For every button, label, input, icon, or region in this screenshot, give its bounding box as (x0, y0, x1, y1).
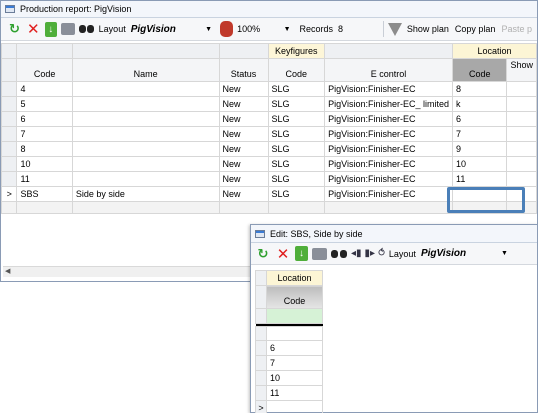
edit-titlebar: Edit: SBS, Side by side (251, 225, 537, 243)
list-item[interactable]: 11 (255, 385, 323, 401)
close-icon[interactable]: ✕ (26, 21, 41, 38)
layout-dropdown[interactable]: PigVision (131, 24, 205, 35)
zoom-dropdown[interactable]: 100% (237, 24, 284, 34)
edit-layout-label: Layout (388, 248, 416, 259)
refresh-icon[interactable]: ↻ (255, 246, 271, 262)
table-row[interactable]: 7 New SLG PigVision:Finisher-EC 7 (0, 126, 537, 142)
edit-grid: Location Code 6 7 10 11 > (255, 270, 323, 413)
current-row-marker: > (0, 186, 18, 202)
export-icon[interactable]: ↓ (44, 21, 57, 37)
edit-window: Edit: SBS, Side by side ↻ ✕ ↓ ◂▮ ▮▸ ⥀ La… (250, 224, 538, 413)
edit-window-title: Edit: SBS, Side by side (270, 228, 363, 239)
print-icon[interactable] (60, 23, 75, 35)
column-header-code[interactable]: Code (16, 58, 73, 82)
close-icon[interactable]: ✕ (275, 246, 291, 263)
column-header-code[interactable]: Code (266, 285, 323, 309)
column-header-location-code[interactable]: Code (451, 58, 508, 82)
zoom-chevron-icon[interactable]: ▼ (284, 26, 291, 33)
next-record-icon[interactable]: ▮▸ (365, 248, 376, 259)
window-icon (5, 5, 15, 13)
print-icon[interactable] (312, 247, 327, 260)
refresh-icon[interactable]: ↻ (7, 21, 22, 37)
list-item[interactable]: 6 (255, 340, 323, 356)
table-row[interactable]: 8 New SLG PigVision:Finisher-EC 9 (0, 141, 537, 157)
bug-icon[interactable] (220, 21, 234, 37)
column-header-show[interactable]: Show (506, 58, 537, 82)
show-plan-button[interactable]: Show plan (407, 24, 449, 34)
location-group-header: Location (266, 270, 323, 286)
list-item-current[interactable]: > (255, 400, 323, 413)
binoculars-icon[interactable] (78, 24, 94, 34)
edit-layout-dropdown[interactable]: PigVision (421, 248, 501, 259)
paste-plan-button[interactable]: Paste p (501, 24, 532, 34)
keyfigures-group-header: Keyfigures (267, 43, 326, 59)
main-toolbar: ↻ ✕ ↓ Layout PigVision ▼ 100% ▼ Records … (1, 18, 537, 41)
focus-highlight (447, 187, 525, 213)
new-row-input[interactable] (266, 308, 323, 324)
table-row[interactable]: 11 New SLG PigVision:Finisher-EC 11 (0, 171, 537, 187)
column-header-name[interactable]: Name (71, 58, 220, 82)
chevron-down-icon[interactable]: ▼ (205, 26, 212, 33)
records-label: Records (299, 24, 334, 34)
copy-plan-button[interactable]: Copy plan (455, 24, 496, 34)
column-header-e-control[interactable]: E control (324, 58, 453, 82)
chevron-down-icon[interactable]: ▼ (501, 250, 508, 257)
scroll-left-icon[interactable]: ◀ (5, 267, 10, 275)
table-row[interactable]: 5 New SLG PigVision:Finisher-EC_ limited… (0, 96, 537, 112)
edit-toolbar: ↻ ✕ ↓ ◂▮ ▮▸ ⥀ Layout PigVision ▼ (251, 243, 537, 265)
list-item[interactable]: 10 (255, 370, 323, 386)
reload-icon[interactable]: ⥀ (378, 248, 385, 259)
location-group-header: Location (451, 43, 538, 59)
column-header-kf-code[interactable]: Code (267, 58, 326, 82)
previous-record-icon[interactable]: ◂▮ (351, 248, 362, 259)
export-icon[interactable]: ↓ (295, 246, 308, 261)
main-titlebar: Production report: PigVision (1, 1, 537, 18)
current-row-marker: > (255, 400, 267, 413)
layout-label: Layout (98, 24, 126, 34)
list-item[interactable]: 7 (255, 355, 323, 371)
toolbar-separator (382, 21, 384, 37)
table-row[interactable]: 4 New SLG PigVision:Finisher-EC 8 (0, 81, 537, 97)
window-icon (255, 229, 265, 238)
records-count: 8 (338, 24, 344, 34)
window-title: Production report: PigVision (20, 4, 132, 14)
funnel-icon[interactable] (387, 22, 402, 36)
table-row[interactable]: 6 New SLG PigVision:Finisher-EC 6 (0, 111, 537, 127)
table-row[interactable]: 10 New SLG PigVision:Finisher-EC 10 (0, 156, 537, 172)
column-header-status[interactable]: Status (218, 58, 269, 82)
binoculars-icon[interactable] (331, 249, 347, 259)
